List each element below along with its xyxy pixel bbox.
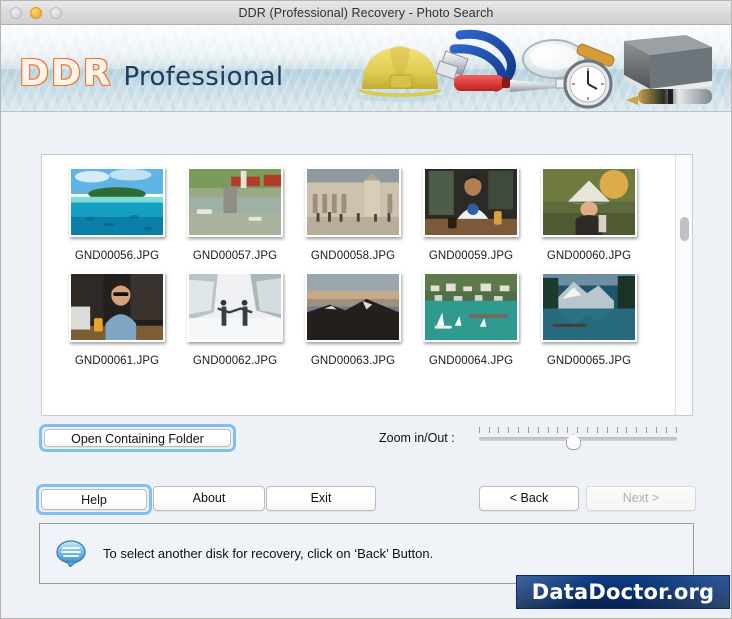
slider-tick — [527, 427, 529, 433]
application-window: DDR (Professional) Recovery - Photo Sear… — [0, 0, 732, 619]
zoom-slider[interactable] — [478, 427, 677, 450]
slider-tick — [655, 427, 657, 433]
thumbnail-item[interactable]: GND00060.JPG — [530, 167, 648, 262]
photo-thumbnail[interactable] — [423, 272, 519, 342]
photo-filename: GND00058.JPG — [310, 250, 396, 262]
slider-tick — [606, 427, 608, 433]
minimize-button[interactable] — [30, 6, 42, 19]
status-message: To select another disk for recovery, cli… — [103, 546, 434, 561]
slider-tick — [577, 427, 579, 433]
thumbnail-item[interactable]: GND00057.JPG — [176, 167, 294, 262]
slider-tick — [547, 427, 549, 433]
thumbnail-item[interactable]: GND00056.JPG — [58, 167, 176, 262]
zoom-label: Zoom in/Out : — [379, 431, 455, 445]
slider-tick — [478, 427, 480, 433]
app-banner: DDR Professional — [1, 25, 731, 112]
photo-filename: GND00059.JPG — [428, 250, 514, 262]
tropical-island-underwater-image — [71, 169, 163, 235]
photo-filename: GND00056.JPG — [74, 250, 160, 262]
photo-thumbnail[interactable] — [423, 167, 519, 237]
app-logo: DDR Professional — [19, 53, 283, 94]
slider-tick — [616, 427, 618, 433]
zoom-control-row: Zoom in/Out : — [379, 426, 694, 450]
photo-results-panel: GND00056.JPG GND00057.JPG GND00058.JPG G… — [41, 154, 693, 416]
harbour-town-boats-image — [425, 274, 517, 340]
thumbnail-grid: GND00056.JPG GND00057.JPG GND00058.JPG G… — [42, 155, 675, 377]
slider-tick — [646, 427, 648, 433]
next-button: Next > — [586, 486, 696, 511]
photo-thumbnail[interactable] — [187, 272, 283, 342]
city-river-bridge-aerial-image — [189, 169, 281, 235]
slider-tick — [508, 427, 510, 433]
zoom-slider-ticks — [478, 427, 677, 434]
thumbnail-item[interactable]: GND00058.JPG — [294, 167, 412, 262]
photo-thumbnail[interactable] — [541, 272, 637, 342]
photo-filename: GND00061.JPG — [74, 355, 160, 367]
scrollbar-thumb[interactable] — [680, 217, 689, 242]
exit-button[interactable]: Exit — [266, 486, 376, 511]
thumbnail-item[interactable]: GND00062.JPG — [176, 272, 294, 367]
logo-professional-text: Professional — [123, 62, 284, 92]
slider-tick — [567, 427, 569, 433]
window-title: DDR (Professional) Recovery - Photo Sear… — [238, 5, 494, 20]
help-button[interactable]: Help — [41, 489, 147, 510]
pen-icon — [626, 89, 712, 105]
slider-tick — [596, 427, 598, 433]
thumbnail-item[interactable]: GND00065.JPG — [530, 272, 648, 367]
logo-ddr-text: DDR — [19, 53, 113, 94]
photo-filename: GND00062.JPG — [192, 355, 278, 367]
slider-tick — [537, 427, 539, 433]
alpine-lake-reflection-image — [543, 274, 635, 340]
datadoctor-watermark: DataDoctor.org — [516, 575, 730, 609]
thumbnail-item[interactable]: GND00063.JPG — [294, 272, 412, 367]
slider-tick — [636, 427, 638, 433]
thumbnail-row: GND00056.JPG GND00057.JPG GND00058.JPG G… — [42, 167, 675, 262]
slider-tick — [557, 427, 559, 433]
banner-tool-illustration — [332, 27, 717, 111]
close-button[interactable] — [10, 6, 22, 19]
slider-tick — [587, 427, 589, 433]
photo-thumbnail[interactable] — [305, 272, 401, 342]
woman-sunglasses-bar-image — [71, 274, 163, 340]
back-button[interactable]: < Back — [479, 486, 579, 511]
book-icon — [624, 35, 712, 94]
about-button[interactable]: About — [153, 486, 265, 511]
watermark-text: DataDoctor.org — [531, 580, 715, 604]
palace-plaza-tourists-image — [307, 169, 399, 235]
thumbnail-item[interactable]: GND00059.JPG — [412, 167, 530, 262]
speech-bubble-icon — [56, 540, 89, 568]
results-scrollbar[interactable] — [675, 155, 692, 415]
traffic-lights — [10, 6, 62, 19]
couple-snowy-road-image — [189, 274, 281, 340]
thumbnail-row: GND00061.JPG GND00062.JPG GND00063.JPG G… — [42, 272, 675, 367]
slider-tick — [665, 427, 667, 433]
open-containing-folder-button[interactable]: Open Containing Folder — [44, 429, 231, 447]
mountain-peak-dusk-image — [307, 274, 399, 340]
photo-filename: GND00057.JPG — [192, 250, 278, 262]
slider-tick — [675, 427, 677, 433]
photo-thumbnail[interactable] — [69, 272, 165, 342]
photo-thumbnail[interactable] — [541, 167, 637, 237]
slider-tick — [626, 427, 628, 433]
title-bar: DDR (Professional) Recovery - Photo Sear… — [1, 1, 731, 25]
slider-tick — [498, 427, 500, 433]
help-focus-ring: Help — [36, 484, 152, 515]
thumbnail-item[interactable]: GND00064.JPG — [412, 272, 530, 367]
thumbnail-item[interactable]: GND00061.JPG — [58, 272, 176, 367]
photo-filename: GND00065.JPG — [546, 355, 632, 367]
open-containing-folder-focus-ring: Open Containing Folder — [39, 424, 236, 452]
photo-thumbnail[interactable] — [69, 167, 165, 237]
man-cafe-portrait-image — [425, 169, 517, 235]
photo-thumbnail[interactable] — [187, 167, 283, 237]
photo-filename: GND00060.JPG — [546, 250, 632, 262]
photo-filename: GND00063.JPG — [310, 355, 396, 367]
photo-filename: GND00064.JPG — [428, 355, 514, 367]
slider-tick — [488, 427, 490, 433]
photo-thumbnail[interactable] — [305, 167, 401, 237]
zoom-button[interactable] — [50, 6, 62, 19]
hard-hat-icon — [358, 46, 442, 102]
woman-conical-hat-sunset-image — [543, 169, 635, 235]
slider-tick — [518, 427, 520, 433]
